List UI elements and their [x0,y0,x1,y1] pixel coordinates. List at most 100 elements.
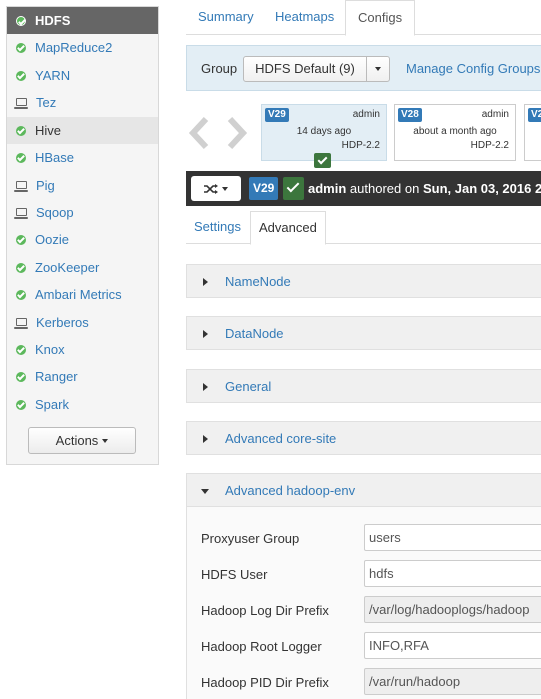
check-circle-icon [16,15,26,26]
sidebar-item-label: Tez [36,95,57,110]
dropdown-toggle[interactable] [367,57,389,81]
caret-down-icon [222,186,228,191]
version-card-v28[interactable]: V28 admin about a month ago HDP-2.2 [394,104,516,161]
config-group-value: HDFS Default (9) [244,57,367,81]
hdfs-user-input[interactable] [364,560,541,587]
section-title: NameNode [225,274,291,289]
tab-configs[interactable]: Configs [345,0,416,36]
check-circle-icon [16,344,26,355]
version-bar-date: Sun, Jan 03, 2016 2 [422,181,541,196]
expand-arrow-icon [203,383,208,391]
expand-arrow-icon [203,278,208,286]
laptop-icon [14,97,28,109]
version-stack: HDP-2.2 [341,140,380,151]
actions-button-label: Actions [55,433,99,448]
compare-versions-button[interactable] [191,176,241,201]
check-circle-icon [16,262,26,273]
version-author: admin [352,109,380,120]
sidebar-item-spark[interactable]: Spark [7,391,158,418]
check-circle-icon [16,234,26,245]
laptop-icon [14,317,28,329]
sidebar-item-label: MapReduce2 [35,40,113,55]
version-bar-text: admin authored on Sun, Jan 03, 2016 2 [308,181,541,196]
proxyuser-group-input[interactable] [364,524,541,551]
hadoop-env-properties: Proxyuser Group HDFS User Hadoop Log Dir… [186,507,541,699]
current-version-check-icon [283,177,304,200]
sidebar-item-hdfs[interactable]: HDFS [7,7,158,34]
property-label: Hadoop Log Dir Prefix [201,603,329,618]
caret-down-icon [375,67,381,71]
hadoop-log-dir-prefix-input[interactable] [364,596,541,623]
sidebar-item-kerberos[interactable]: Kerberos [7,309,158,336]
sidebar-item-knox[interactable]: Knox [7,336,158,363]
section-general[interactable]: General [186,369,541,403]
sidebar-item-pig[interactable]: Pig [7,172,158,199]
property-label: Hadoop PID Dir Prefix [201,675,329,690]
check-circle-icon [16,289,26,300]
version-time: about a month ago [413,126,497,137]
previous-versions-arrow-icon[interactable] [188,116,210,150]
config-subtabs: Settings Advanced [186,211,541,245]
config-group-bar: Group HDFS Default (9) Manage Config Gro… [186,45,541,91]
sidebar-item-sqoop[interactable]: Sqoop [7,199,158,226]
service-tabs: Summary Heatmaps Configs [186,0,541,36]
sidebar-item-label: Kerberos [36,315,89,330]
check-circle-icon [16,399,26,410]
sidebar-item-zookeeper[interactable]: ZooKeeper [7,254,158,281]
config-group-select[interactable]: HDFS Default (9) [243,56,390,82]
hadoop-root-logger-input[interactable] [364,632,541,659]
version-bar-badge: V29 [249,177,279,200]
version-badge: V2 [528,108,541,122]
laptop-icon [14,180,28,192]
tab-summary[interactable]: Summary [186,0,266,35]
sidebar-item-tez[interactable]: Tez [7,89,158,116]
sidebar-item-hive[interactable]: Hive [7,117,158,144]
caret-down-icon [102,438,109,443]
sidebar-item-label: Ambari Metrics [35,287,122,302]
version-card-partial[interactable]: V2 [524,104,541,161]
sidebar-item-ranger[interactable]: Ranger [7,363,158,390]
hadoop-pid-dir-prefix-input[interactable] [364,668,541,695]
property-label: Hadoop Root Logger [201,639,322,654]
sidebar-item-label: Pig [36,178,55,193]
section-namenode[interactable]: NameNode [186,264,541,298]
tab-settings[interactable]: Settings [186,211,249,244]
group-label: Group [201,61,238,76]
section-title: General [225,379,272,394]
sidebar-item-label: HBase [35,150,75,165]
section-datanode[interactable]: DataNode [186,316,541,350]
actions-button[interactable]: Actions [28,427,136,454]
check-circle-icon [16,152,26,163]
tab-advanced[interactable]: Advanced [250,211,326,245]
sidebar-item-label: Hive [35,123,62,138]
tab-heatmaps[interactable]: Heatmaps [263,0,346,35]
section-title: DataNode [225,326,284,341]
sidebar-item-oozie[interactable]: Oozie [7,226,158,253]
property-label: HDFS User [201,567,268,582]
sidebar-item-mapreduce2[interactable]: MapReduce2 [7,34,158,61]
check-circle-icon [16,371,26,382]
sidebar-item-label: ZooKeeper [35,260,100,275]
service-sidebar: HDFS MapReduce2 YARN Tez Hive HBase Pig … [6,6,159,465]
manage-config-groups-link[interactable]: Manage Config Groups [406,61,540,76]
current-version-bar: V29 admin authored on Sun, Jan 03, 2016 … [186,171,541,206]
sidebar-item-label: YARN [35,68,71,83]
section-advanced-hadoop-env[interactable]: Advanced hadoop-env [186,473,541,507]
sidebar-item-yarn[interactable]: YARN [7,62,158,89]
version-card-v29[interactable]: V29 admin 14 days ago HDP-2.2 [261,104,387,168]
sidebar-item-label: Ranger [35,369,78,384]
version-bar-author: admin [308,181,347,196]
current-version-check-icon [314,153,331,168]
sidebar-item-ambari-metrics[interactable]: Ambari Metrics [7,281,158,308]
version-badge: V28 [398,108,422,122]
sidebar-item-label: Sqoop [36,205,74,220]
next-versions-arrow-icon[interactable] [226,116,248,150]
sidebar-item-label: Spark [35,397,69,412]
check-circle-icon [16,70,26,81]
property-label: Proxyuser Group [201,531,300,546]
section-title: Advanced hadoop-env [225,483,356,498]
section-advanced-core-site[interactable]: Advanced core-site [186,421,541,455]
sidebar-item-label: HDFS [35,13,71,28]
sidebar-item-hbase[interactable]: HBase [7,144,158,171]
check-circle-icon [16,125,26,136]
